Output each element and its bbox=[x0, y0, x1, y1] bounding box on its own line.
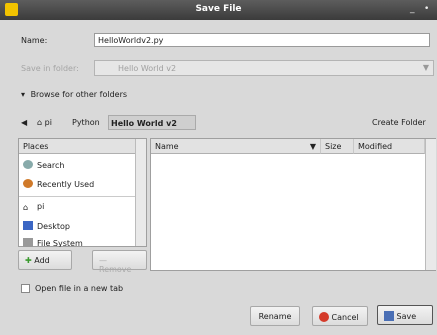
home-icon: ⌂ bbox=[37, 118, 43, 127]
cancel-button[interactable]: Cancel bbox=[312, 306, 368, 326]
column-name[interactable]: Name ▼ bbox=[151, 139, 321, 154]
save-button[interactable]: Save bbox=[377, 305, 433, 325]
desktop-icon bbox=[23, 221, 33, 230]
add-icon: ✚ bbox=[25, 256, 32, 265]
place-search-label: Search bbox=[37, 161, 65, 170]
file-list[interactable]: Name ▼ Size Modified bbox=[150, 138, 436, 271]
place-search[interactable]: Search bbox=[23, 157, 64, 173]
minimize-button[interactable]: _ bbox=[410, 4, 415, 14]
browse-label: Browse for other folders bbox=[30, 90, 128, 99]
drive-icon bbox=[23, 238, 33, 247]
name-label: Name: bbox=[21, 36, 48, 45]
rename-button[interactable]: Rename bbox=[250, 306, 300, 326]
place-desktop[interactable]: Desktop bbox=[23, 218, 70, 234]
save-in-folder-label: Save in folder: bbox=[21, 64, 79, 73]
chevron-down-icon: ▼ bbox=[422, 63, 429, 72]
places-panel: Places Search Recently Used ⌂ pi Desktop … bbox=[18, 138, 147, 247]
save-in-folder-value: Hello World v2 bbox=[118, 64, 177, 73]
column-size[interactable]: Size bbox=[321, 139, 354, 154]
open-new-tab-label: Open file in a new tab bbox=[35, 284, 124, 293]
remove-place-button[interactable]: — Remove bbox=[92, 250, 147, 274]
crumb-pi[interactable]: ⌂ pi bbox=[35, 115, 54, 130]
cancel-label: Cancel bbox=[331, 313, 359, 322]
place-file-system-label: File System bbox=[37, 239, 83, 247]
title-bar: Save File _ • bbox=[0, 0, 437, 20]
places-header: Places bbox=[19, 139, 143, 154]
save-label: Save bbox=[396, 312, 417, 321]
crumb-hello-world-v2[interactable]: Hello World v2 bbox=[108, 115, 196, 130]
places-scrollbar[interactable] bbox=[135, 139, 146, 246]
place-pi-label: pi bbox=[37, 202, 45, 211]
home-icon: ⌂ bbox=[23, 203, 29, 212]
crumb-pi-label: pi bbox=[44, 118, 52, 127]
column-modified[interactable]: Modified bbox=[354, 139, 425, 154]
place-file-system[interactable]: File System bbox=[23, 235, 83, 247]
create-folder-button[interactable]: Create Folder bbox=[372, 115, 436, 130]
remove-icon: — bbox=[99, 256, 107, 265]
crumb-python[interactable]: Python bbox=[70, 115, 102, 130]
close-button[interactable]: • bbox=[424, 4, 429, 14]
expander-arrow-icon: ▾ bbox=[21, 90, 26, 99]
place-recently-used-label: Recently Used bbox=[37, 180, 95, 189]
place-pi[interactable]: ⌂ pi bbox=[23, 199, 44, 215]
places-separator bbox=[19, 196, 143, 197]
place-recently-used[interactable]: Recently Used bbox=[23, 176, 94, 192]
window-title: Save File bbox=[195, 4, 242, 14]
filename-input[interactable]: HelloWorldv2.py bbox=[94, 33, 430, 47]
add-place-label: Add bbox=[34, 256, 50, 265]
open-new-tab-checkbox[interactable] bbox=[21, 284, 30, 293]
browse-expander[interactable]: ▾ Browse for other folders bbox=[21, 90, 127, 99]
cancel-icon bbox=[319, 312, 329, 322]
save-in-folder-combo[interactable]: Hello World v2 ▼ bbox=[94, 60, 434, 76]
sort-arrow-icon: ▼ bbox=[309, 142, 316, 151]
save-icon bbox=[384, 311, 394, 321]
clock-icon bbox=[23, 179, 33, 188]
place-desktop-label: Desktop bbox=[37, 222, 70, 231]
files-scrollbar[interactable] bbox=[425, 139, 436, 270]
add-place-button[interactable]: ✚ Add bbox=[18, 250, 72, 270]
path-back-button[interactable]: ◀ bbox=[19, 115, 29, 130]
column-name-label: Name bbox=[155, 142, 179, 151]
remove-place-label: Remove bbox=[99, 265, 132, 274]
search-icon bbox=[23, 160, 33, 169]
